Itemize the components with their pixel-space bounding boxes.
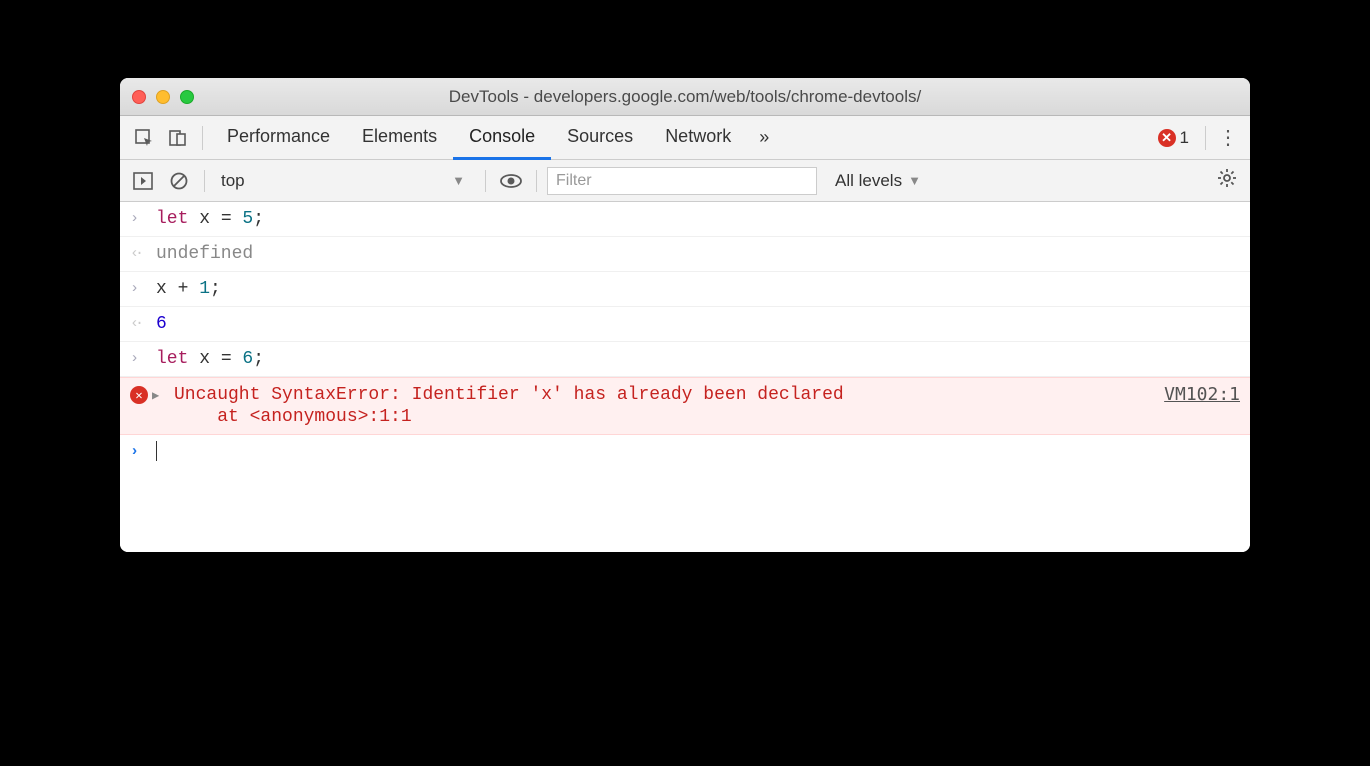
error-icon: ✕ <box>130 386 148 404</box>
separator <box>204 170 205 192</box>
console-input-row: › let x = 6; <box>120 342 1250 377</box>
tab-console[interactable]: Console <box>453 116 551 160</box>
devtools-window: DevTools - developers.google.com/web/too… <box>120 78 1250 552</box>
tab-performance[interactable]: Performance <box>211 116 346 160</box>
console-text: undefined <box>156 243 1240 265</box>
console-text: let x = 5; <box>156 208 1240 230</box>
console-output[interactable]: › let x = 5; ‹· undefined › x + 1; ‹· 6 › let x =… <box>120 202 1250 552</box>
console-text: 6 <box>156 313 1240 335</box>
chevron-down-icon: ▼ <box>452 173 465 188</box>
separator <box>1205 126 1206 150</box>
panel-tabbar: PerformanceElementsConsoleSourcesNetwork… <box>120 116 1250 160</box>
console-text: x + 1; <box>156 278 1240 300</box>
separator <box>485 170 486 192</box>
traffic-lights <box>132 90 194 104</box>
separator <box>202 126 203 150</box>
filter-input[interactable] <box>547 167 817 195</box>
input-chevron-icon: › <box>130 348 146 370</box>
tab-elements[interactable]: Elements <box>346 116 453 160</box>
execution-context-select[interactable]: top ▼ <box>215 171 475 191</box>
output-chevron-icon: ‹· <box>130 243 146 265</box>
titlebar: DevTools - developers.google.com/web/too… <box>120 78 1250 116</box>
kebab-menu-icon[interactable]: ⋮ <box>1214 125 1242 150</box>
error-icon: ✕ <box>1158 129 1176 147</box>
device-toolbar-icon[interactable] <box>162 122 194 154</box>
close-window-button[interactable] <box>132 90 146 104</box>
log-levels-select[interactable]: All levels ▼ <box>823 171 921 191</box>
live-expression-icon[interactable] <box>496 166 526 196</box>
console-error-row: ✕ ▶ Uncaught SyntaxError: Identifier 'x' h… <box>120 377 1250 435</box>
console-text: let x = 6; <box>156 348 1240 370</box>
tab-sources[interactable]: Sources <box>551 116 649 160</box>
console-input-row: › x + 1; <box>120 272 1250 307</box>
chevron-down-icon: ▼ <box>908 173 921 188</box>
console-output-row: ‹· 6 <box>120 307 1250 342</box>
separator <box>536 170 537 192</box>
window-title: DevTools - developers.google.com/web/too… <box>120 87 1250 107</box>
toggle-sidebar-icon[interactable] <box>128 166 158 196</box>
prompt-input[interactable] <box>156 441 1240 463</box>
error-count-badge[interactable]: ✕ 1 <box>1158 128 1197 148</box>
zoom-window-button[interactable] <box>180 90 194 104</box>
clear-console-icon[interactable] <box>164 166 194 196</box>
settings-icon[interactable] <box>1212 168 1242 194</box>
minimize-window-button[interactable] <box>156 90 170 104</box>
output-chevron-icon: ‹· <box>130 313 146 335</box>
console-output-row: ‹· undefined <box>120 237 1250 272</box>
tabs-container: PerformanceElementsConsoleSourcesNetwork <box>211 116 747 160</box>
tab-network[interactable]: Network <box>649 116 747 160</box>
console-prompt-row[interactable]: › <box>120 435 1250 469</box>
context-label: top <box>221 171 245 191</box>
disclosure-triangle-icon[interactable]: ▶ <box>152 388 164 403</box>
inspect-element-icon[interactable] <box>128 122 160 154</box>
tabs-overflow-button[interactable]: » <box>749 127 779 148</box>
input-chevron-icon: › <box>130 208 146 230</box>
prompt-chevron-icon: › <box>130 441 146 463</box>
error-count: 1 <box>1180 128 1189 148</box>
input-chevron-icon: › <box>130 278 146 300</box>
source-link[interactable]: VM102:1 <box>1164 384 1240 405</box>
console-input-row: › let x = 5; <box>120 202 1250 237</box>
console-toolbar: top ▼ All levels ▼ <box>120 160 1250 202</box>
error-message: Uncaught SyntaxError: Identifier 'x' has… <box>174 384 1154 428</box>
levels-label: All levels <box>835 171 902 191</box>
